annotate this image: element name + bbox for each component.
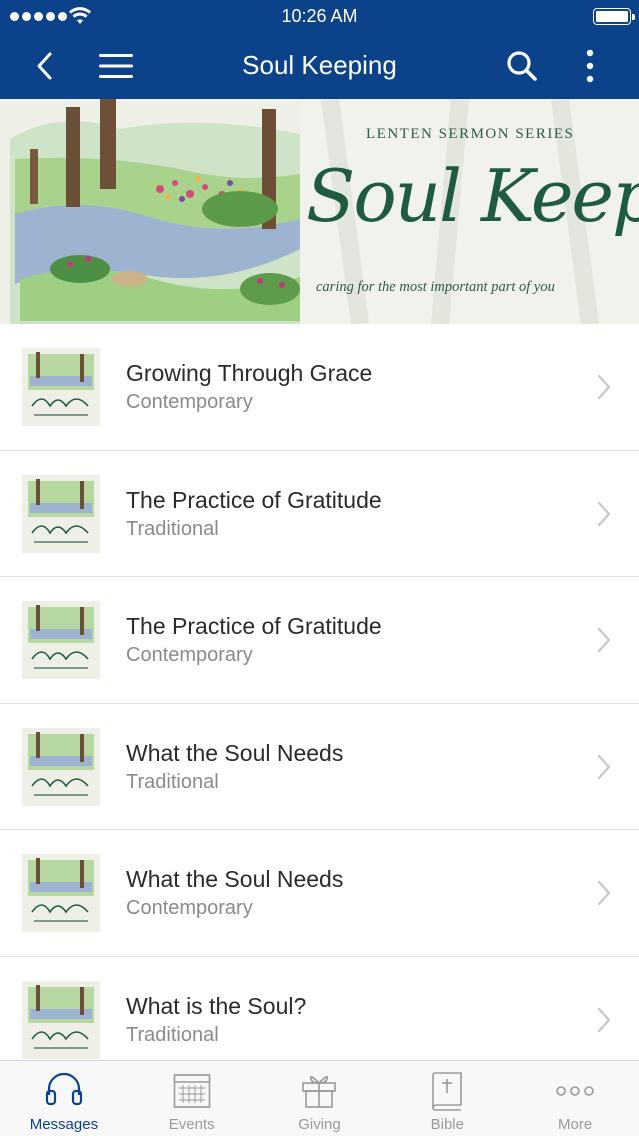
chevron-right-icon [597, 501, 611, 526]
message-service: Contemporary [126, 897, 253, 919]
list-item[interactable]: The Practice of Gratitude Contemporary [0, 577, 639, 704]
search-button[interactable] [499, 43, 545, 89]
navigation-bar: Soul Keeping [0, 33, 639, 99]
message-title: Growing Through Grace [126, 360, 373, 386]
message-title: What is the Soul? [126, 992, 307, 1019]
list-item[interactable]: What the Soul Needs Traditional [0, 703, 639, 830]
status-bar: 10:26 AM [0, 0, 639, 33]
tab-label: Events [168, 1116, 215, 1133]
more-dots-icon [556, 1086, 594, 1096]
chevron-right-icon [597, 754, 611, 779]
status-time: 10:26 AM [281, 6, 358, 26]
message-service: Contemporary [126, 391, 253, 413]
chevron-right-icon [597, 880, 611, 906]
message-service: Traditional [126, 770, 219, 793]
tab-messages[interactable]: Messages [0, 1061, 128, 1136]
tab-more[interactable]: More [511, 1061, 639, 1136]
tab-label: Bible [430, 1116, 464, 1133]
message-service: Traditional [126, 1023, 219, 1046]
chevron-right-icon [597, 1007, 611, 1032]
vertical-ellipsis-icon [586, 49, 594, 83]
headphones-icon [45, 1072, 82, 1105]
message-service: Contemporary [126, 644, 253, 666]
message-list: Growing Through Grace Contemporary The P… [0, 324, 639, 1083]
series-thumbnail [22, 980, 100, 1059]
message-service: Traditional [126, 517, 219, 540]
series-thumbnail [22, 854, 100, 932]
tab-label: Messages [29, 1116, 99, 1133]
bible-icon [432, 1072, 463, 1111]
list-item[interactable]: Growing Through Grace Contemporary [0, 324, 639, 451]
series-thumbnail [22, 348, 100, 426]
chevron-right-icon [597, 374, 611, 400]
series-kicker: LENTEN SERMON SERIES [366, 126, 575, 142]
calendar-icon [173, 1074, 210, 1108]
message-title: The Practice of Gratitude [126, 613, 382, 639]
tab-label: More [557, 1116, 593, 1133]
series-subtitle: caring for the most important part of yo… [316, 279, 555, 295]
series-thumbnail [22, 727, 100, 806]
tab-bar: Messages Events Giving Bible More [0, 1060, 639, 1136]
series-title: Soul Keeping [306, 154, 639, 238]
tab-events[interactable]: Events [128, 1061, 256, 1136]
list-item[interactable]: The Practice of Gratitude Traditional [0, 450, 639, 577]
series-thumbnail [22, 601, 100, 679]
tab-label: Giving [298, 1116, 341, 1133]
message-title: What the Soul Needs [126, 866, 344, 892]
list-item[interactable]: What the Soul Needs Contemporary [0, 830, 639, 957]
search-icon [507, 51, 537, 81]
gift-icon [302, 1075, 337, 1108]
tab-bible[interactable]: Bible [383, 1061, 511, 1136]
series-banner: LENTEN SERMON SERIES Soul Keeping caring… [0, 99, 639, 324]
chevron-right-icon [597, 627, 611, 653]
series-thumbnail [22, 474, 100, 553]
message-title: The Practice of Gratitude [126, 486, 382, 513]
more-options-button[interactable] [567, 43, 613, 89]
tab-giving[interactable]: Giving [256, 1061, 384, 1136]
message-title: What the Soul Needs [126, 739, 344, 766]
battery-icon [593, 8, 635, 25]
